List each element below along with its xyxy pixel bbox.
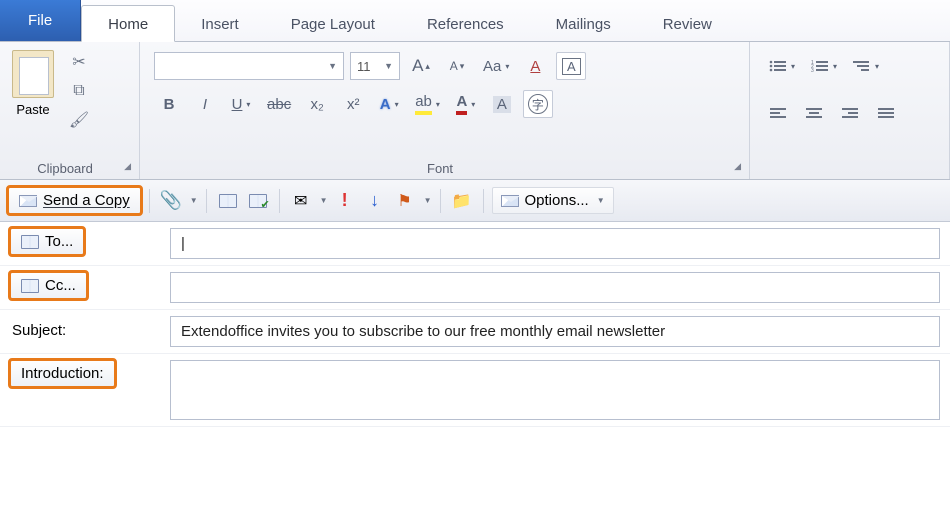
group-label-font: Font◢	[146, 159, 743, 177]
attach-file-button[interactable]: 📎	[158, 188, 184, 214]
chevron-down-icon: ▼	[328, 61, 337, 71]
send-copy-button[interactable]: Send a Copy	[8, 187, 141, 214]
tab-page-layout[interactable]: Page Layout	[265, 6, 401, 41]
permissions-dropdown-icon[interactable]: ▼	[320, 196, 328, 205]
multilevel-list-button[interactable]: ▾	[848, 52, 884, 80]
justify-button[interactable]	[872, 100, 902, 128]
change-case-button[interactable]: Aa▾	[478, 52, 514, 80]
tab-mailings[interactable]: Mailings	[530, 6, 637, 41]
exclamation-icon: !	[342, 190, 348, 211]
book-icon	[21, 235, 39, 249]
compose-area: To... Cc... Subject: Extendoffice invite…	[0, 222, 950, 427]
create-rule-button[interactable]: 📁	[449, 188, 475, 214]
envelope-icon	[19, 195, 37, 207]
shrink-font-button[interactable]: A▾	[442, 52, 472, 80]
clear-formatting-button[interactable]: A	[520, 52, 550, 80]
high-importance-button[interactable]: !	[332, 188, 358, 214]
tab-insert[interactable]: Insert	[175, 6, 265, 41]
paperclip-icon: 📎	[160, 190, 182, 211]
group-font: ▼ 11▼ A▴ A▾ Aa▾ A A B I U▾ abc x₂ x² A▾ …	[140, 42, 750, 179]
ribbon-tabbar: File Home Insert Page Layout References …	[0, 0, 950, 42]
book-icon	[219, 194, 237, 208]
grow-font-button[interactable]: A▴	[406, 52, 436, 80]
character-border-button[interactable]: A	[556, 52, 586, 80]
enclose-char-button[interactable]: 字	[523, 90, 553, 118]
mail-options-button[interactable]: Options... ▼	[492, 187, 614, 214]
text-effects-button[interactable]: A▾	[374, 90, 404, 118]
envelope-lock-icon: ✉	[294, 191, 307, 211]
address-book-button[interactable]	[215, 188, 241, 214]
font-dialog-launcher-icon[interactable]: ◢	[734, 161, 741, 172]
envelope-icon	[501, 195, 519, 207]
introduction-button[interactable]: Introduction:	[10, 360, 115, 387]
copy-icon[interactable]: ⧉	[73, 82, 84, 100]
folder-icon: 📁	[452, 191, 472, 211]
tab-review[interactable]: Review	[637, 6, 738, 41]
font-size-combo[interactable]: 11▼	[350, 52, 400, 80]
char-shading-button[interactable]: A	[487, 90, 517, 118]
paste-icon	[12, 50, 54, 98]
introduction-field[interactable]	[170, 360, 940, 420]
subscript-button[interactable]: x₂	[302, 90, 332, 118]
bold-button[interactable]: B	[154, 90, 184, 118]
group-clipboard: Paste ✂ ⧉ 🖌 Clipboard◢	[0, 42, 140, 179]
paste-button[interactable]: Paste	[6, 46, 60, 117]
group-label-clipboard: Clipboard◢	[6, 159, 133, 177]
group-paragraph: ▾ 123▾ ▾	[750, 42, 950, 179]
tab-home[interactable]: Home	[81, 5, 175, 42]
bullets-button[interactable]: ▾	[764, 52, 800, 80]
attach-dropdown-icon[interactable]: ▼	[190, 196, 198, 205]
flag-dropdown-icon[interactable]: ▼	[424, 196, 432, 205]
arrow-down-icon: ↓	[370, 190, 379, 211]
permissions-button[interactable]: ✉	[288, 188, 314, 214]
numbering-button[interactable]: 123▾	[806, 52, 842, 80]
align-center-button[interactable]	[800, 100, 830, 128]
to-button[interactable]: To...	[10, 228, 84, 255]
follow-up-flag-button[interactable]: ⚑	[392, 188, 418, 214]
strikethrough-button[interactable]: abc	[262, 90, 296, 118]
ribbon: Paste ✂ ⧉ 🖌 Clipboard◢ ▼ 11▼ A▴ A▾ Aa▾ A…	[0, 42, 950, 180]
cut-icon[interactable]: ✂	[72, 52, 85, 72]
chevron-down-icon: ▼	[384, 61, 393, 71]
tab-references[interactable]: References	[401, 6, 530, 41]
low-importance-button[interactable]: ↓	[362, 188, 388, 214]
cc-field[interactable]	[170, 272, 940, 303]
underline-button[interactable]: U▾	[226, 90, 256, 118]
flag-icon: ⚑	[397, 191, 411, 211]
svg-text:3: 3	[811, 68, 814, 73]
align-left-button[interactable]	[764, 100, 794, 128]
cc-button[interactable]: Cc...	[10, 272, 87, 299]
font-color-button[interactable]: A▾	[451, 90, 481, 118]
check-names-button[interactable]: ✔	[245, 188, 271, 214]
to-field[interactable]	[170, 228, 940, 259]
book-icon	[21, 279, 39, 293]
book-check-icon: ✔	[249, 194, 267, 208]
subject-label: Subject:	[10, 316, 68, 345]
align-right-button[interactable]	[836, 100, 866, 128]
font-name-combo[interactable]: ▼	[154, 52, 344, 80]
tab-file[interactable]: File	[0, 0, 81, 41]
clipboard-dialog-launcher-icon[interactable]: ◢	[124, 161, 131, 172]
superscript-button[interactable]: x²	[338, 90, 368, 118]
paste-label: Paste	[16, 102, 49, 117]
chevron-down-icon: ▼	[597, 196, 605, 205]
italic-button[interactable]: I	[190, 90, 220, 118]
subject-field[interactable]: Extendoffice invites you to subscribe to…	[170, 316, 940, 347]
format-painter-icon[interactable]: 🖌	[69, 110, 89, 130]
mail-toolbar: Send a Copy 📎 ▼ ✔ ✉ ▼ ! ↓ ⚑ ▼ 📁 Options.…	[0, 180, 950, 222]
highlight-button[interactable]: ab▾	[410, 90, 445, 118]
